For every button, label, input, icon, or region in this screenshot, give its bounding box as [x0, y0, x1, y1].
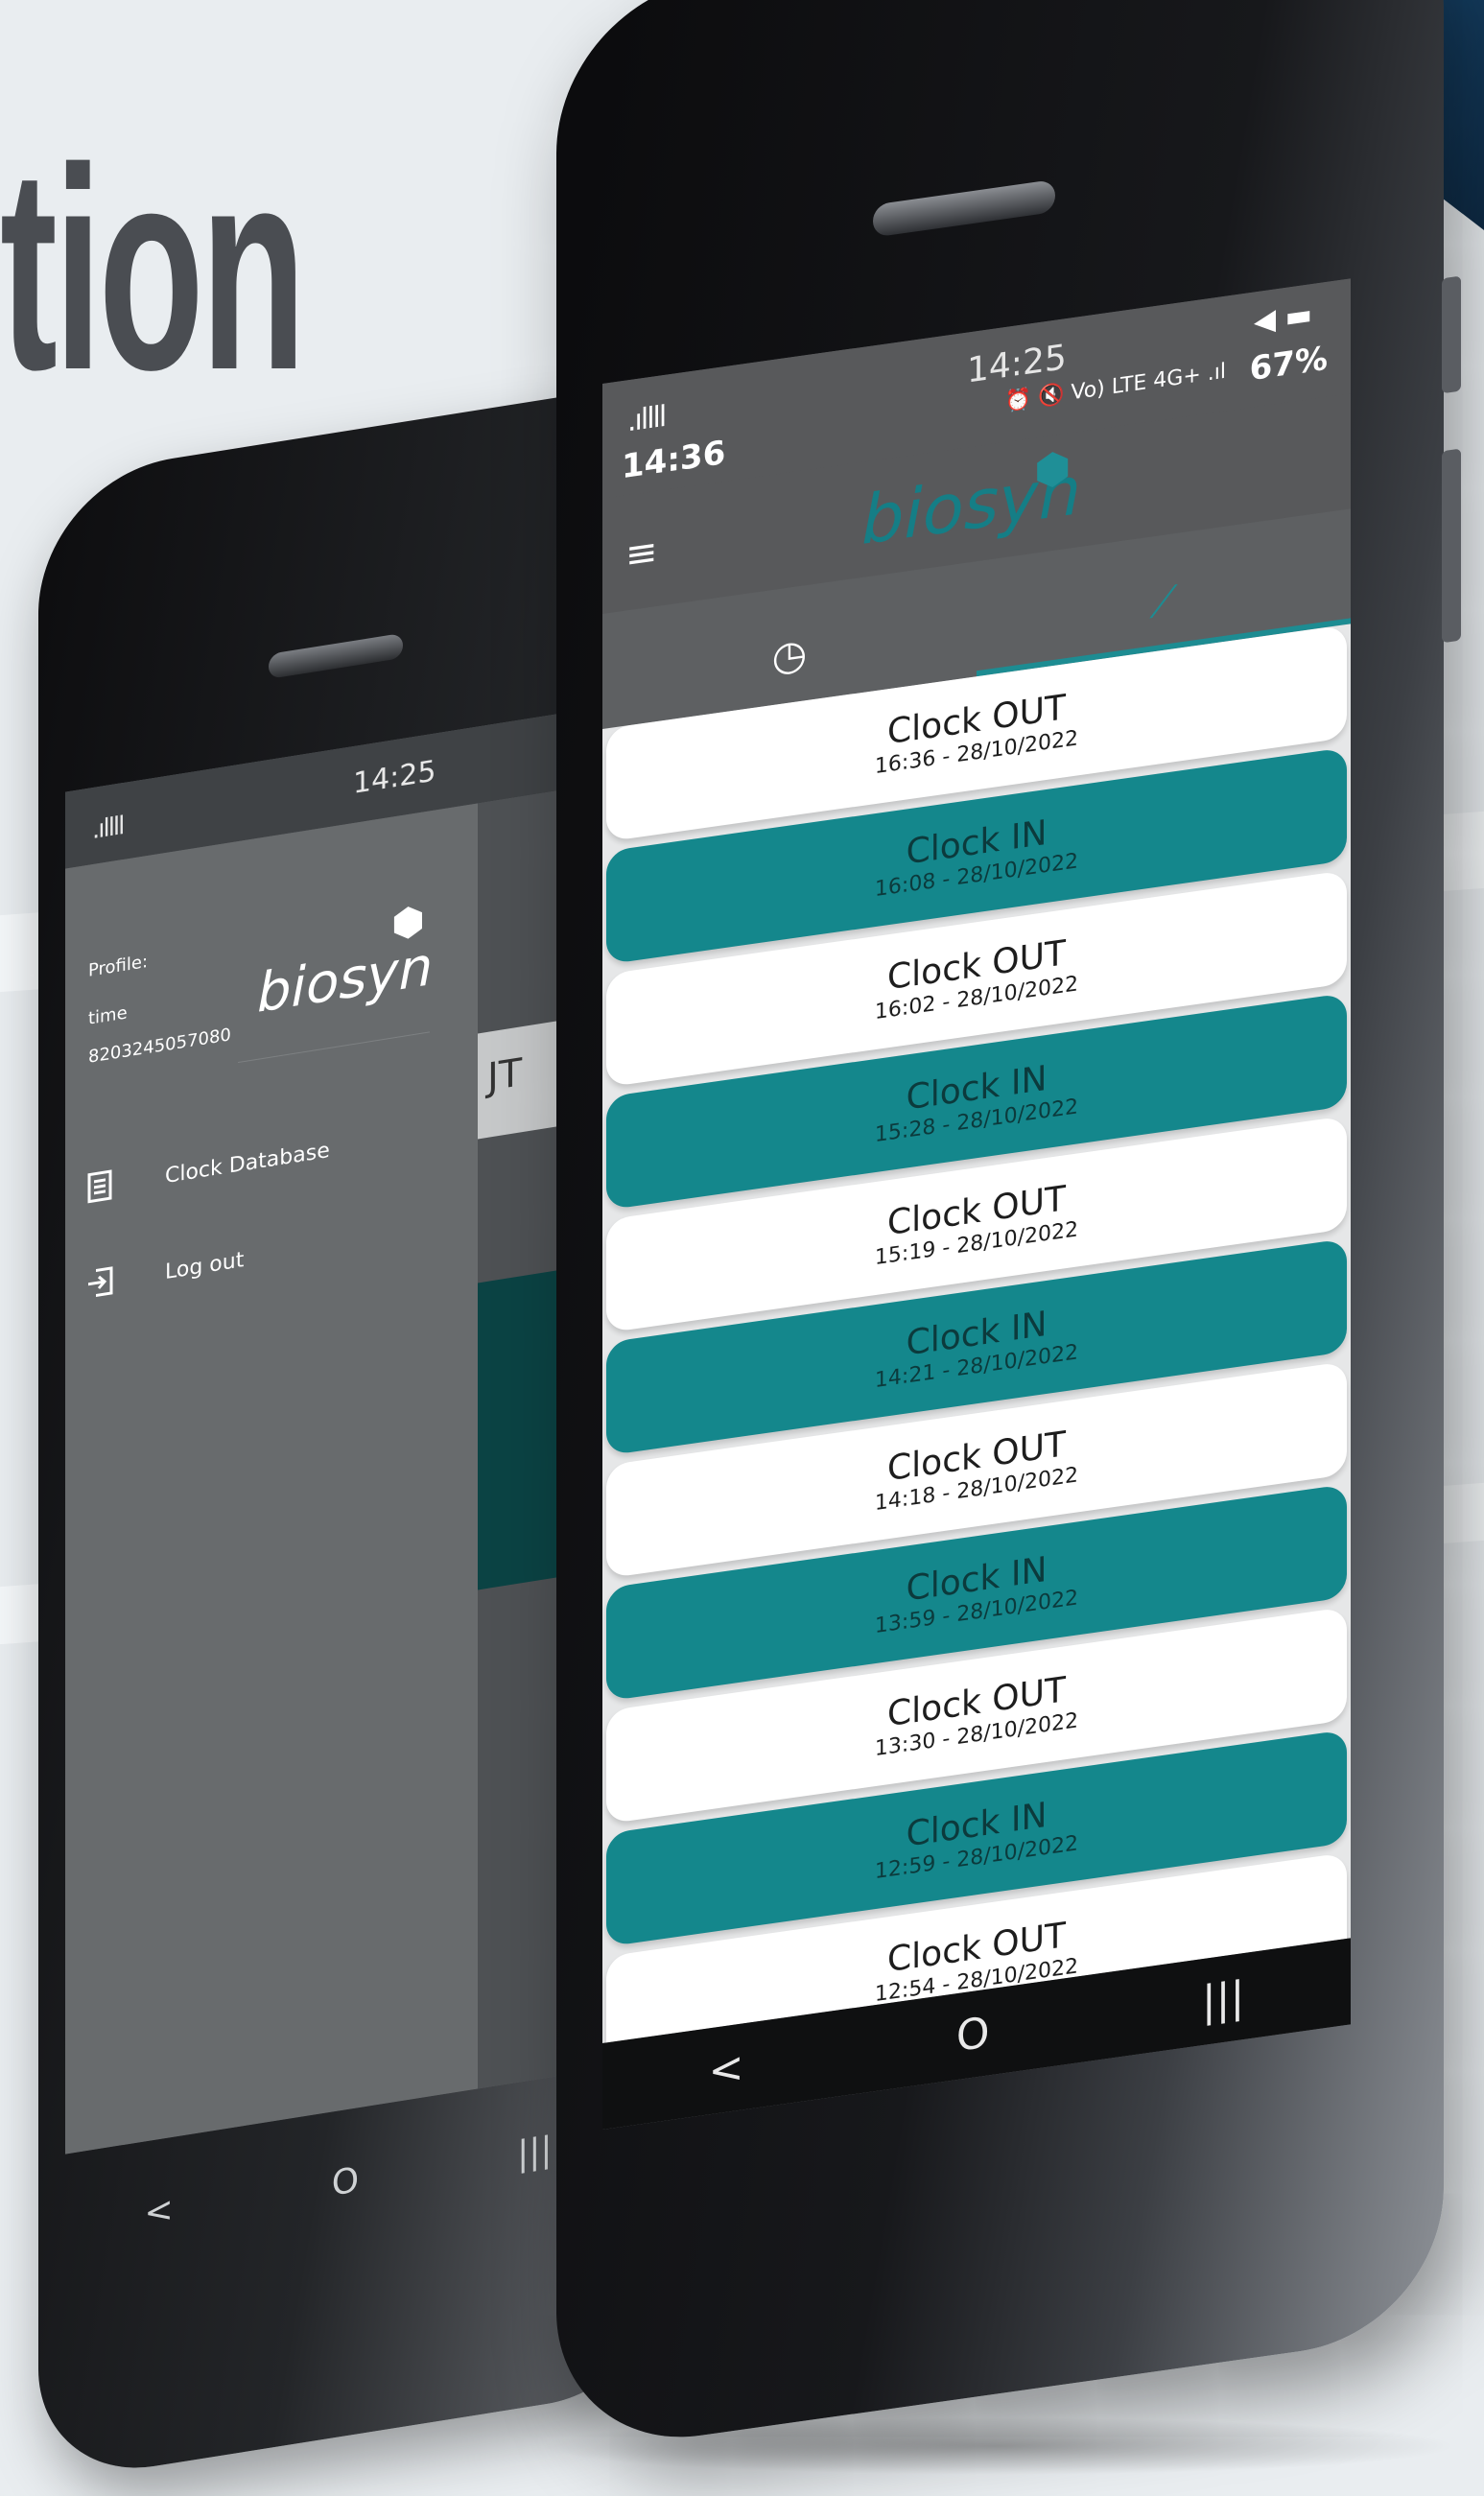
profile-name: time: [88, 1002, 128, 1029]
status-time: 14:36: [622, 433, 726, 487]
signal-icon: .ıllll: [627, 399, 666, 439]
front-phone-screen: .ıllll 14:25 ◀ ▬ 14:36 ⏰ 🔇 Vo) LTE 4G+ .…: [602, 278, 1351, 2130]
drawer-item-log-out[interactable]: Log out: [84, 1243, 244, 1301]
recents-nav-button[interactable]: |||: [1202, 1971, 1244, 2026]
profile-id: 8203245057080: [88, 1024, 231, 1068]
home-nav-button[interactable]: O: [956, 2008, 990, 2061]
speaker-icon: ◀ ▬: [1254, 296, 1312, 340]
headline-text: tion: [0, 107, 306, 430]
peek-record-text: JT: [487, 1050, 523, 1100]
home-nav-button[interactable]: O: [332, 2160, 359, 2203]
back-phone-speaker: [269, 632, 403, 679]
chart-icon: ⟋: [1149, 576, 1178, 627]
drawer-divider: [238, 1031, 430, 1064]
navigation-drawer: Profile: time 8203245057080 ⬢ biosyn Clo…: [65, 803, 478, 2155]
power-button: [1442, 448, 1461, 644]
signal-icon: .ıllll: [92, 812, 124, 846]
recents-nav-button[interactable]: |||: [517, 2130, 552, 2175]
back-nav-button[interactable]: <: [709, 2042, 744, 2096]
battery-indicator: 67%: [1249, 339, 1328, 389]
status-time: 14:25: [353, 754, 436, 802]
clock-record-list[interactable]: Clock OUT 16:36 - 28/10/2022 Clock IN 16:08…: [602, 624, 1351, 2043]
back-phone-screen: .ıllll 14:25 JT Profile: time 8203245057…: [65, 702, 631, 2155]
drawer-item-clock-database[interactable]: Clock Database: [84, 1134, 330, 1206]
volume-button: [1442, 275, 1461, 394]
clock-icon: ◷: [771, 628, 808, 681]
biosyn-logo-icon: ⬢: [1034, 442, 1072, 497]
front-phone-speaker: [873, 178, 1055, 238]
hamburger-menu-icon[interactable]: ≡: [625, 530, 658, 578]
profile-label: Profile:: [88, 951, 149, 981]
drawer-item-label: Clock Database: [165, 1138, 330, 1189]
logout-icon: [84, 1263, 117, 1301]
back-nav-button[interactable]: <: [145, 2189, 174, 2233]
drawer-brand-logo: biosyn: [257, 934, 434, 1025]
drawer-item-label: Log out: [165, 1247, 245, 1284]
list-icon: [84, 1167, 117, 1205]
